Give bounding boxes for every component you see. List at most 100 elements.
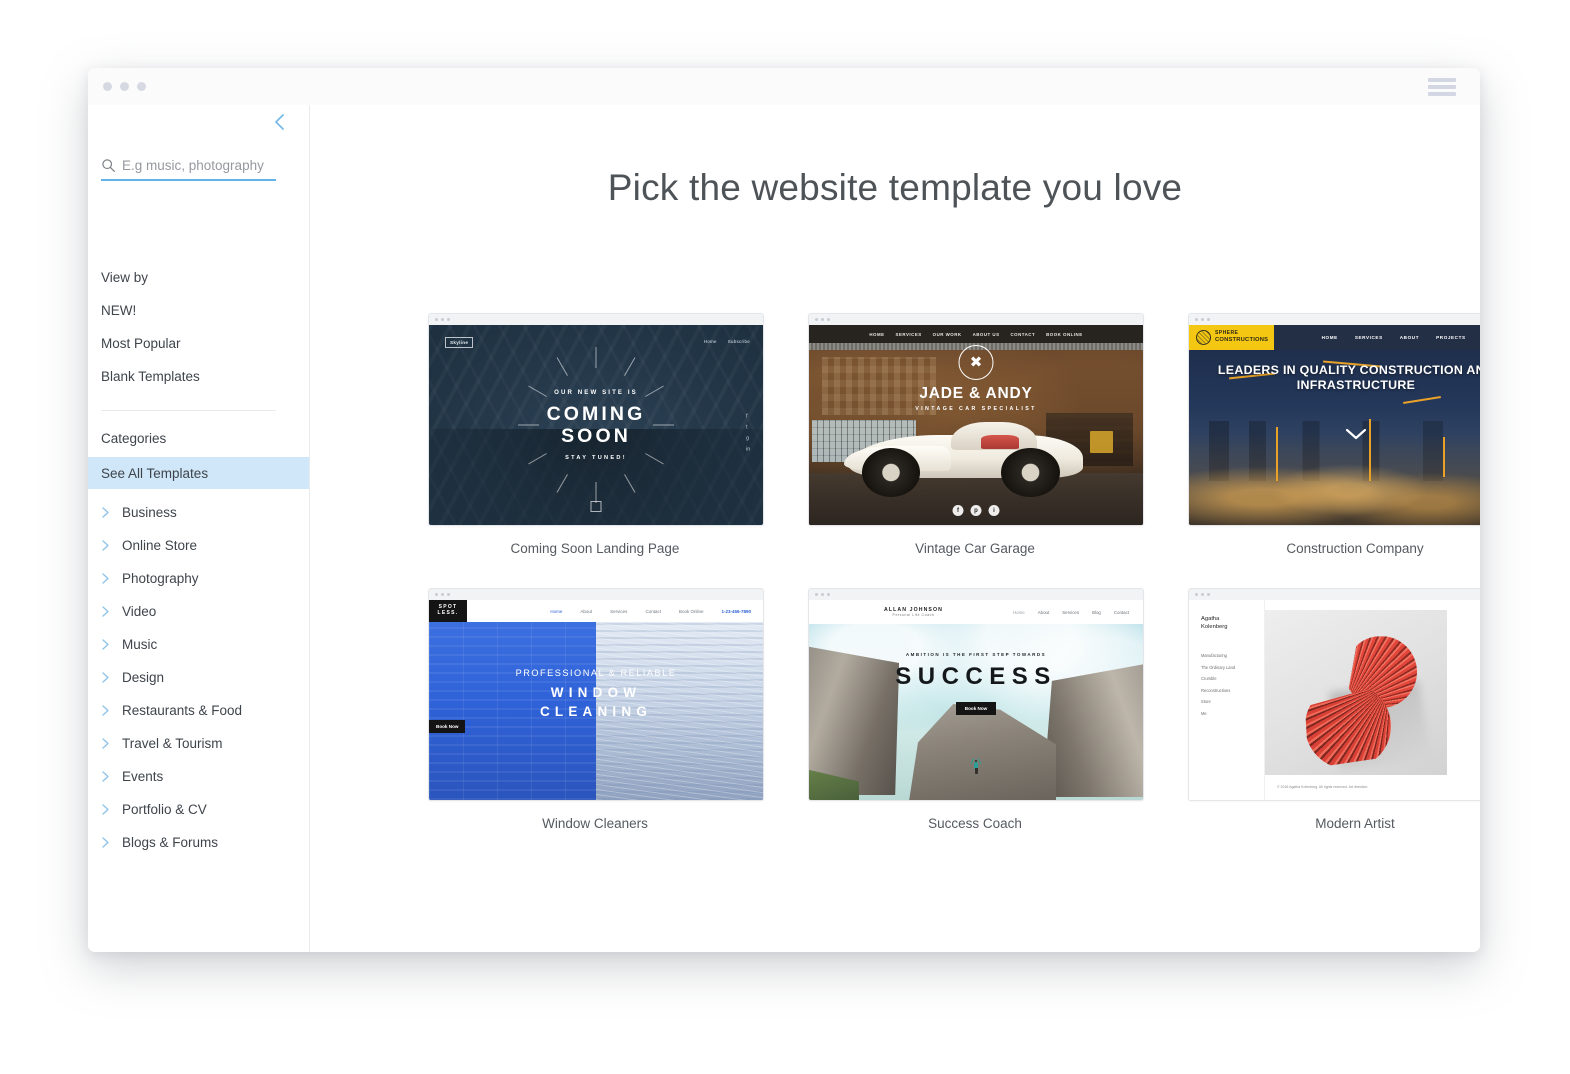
search-icon — [101, 158, 116, 173]
template-preview[interactable]: HOME SERVICES OUR WORK ABOUT US CONTACT … — [808, 313, 1144, 526]
nav-item: ABOUT — [1399, 335, 1420, 340]
chevron-right-icon — [101, 638, 110, 651]
template-caption: Success Coach — [928, 816, 1022, 831]
nav-item: BOOK ONLINE — [1046, 331, 1083, 337]
template-preview[interactable]: Agatha Kolenberg Manufacturing The Ordin… — [1188, 588, 1480, 801]
sidebar-item-new[interactable]: NEW! — [101, 303, 136, 318]
sidebar-item-events[interactable]: Events — [101, 765, 301, 787]
sidebar-item-travel-tourism[interactable]: Travel & Tourism — [101, 732, 301, 754]
twitter-icon: t — [746, 424, 748, 431]
hamburger-icon[interactable] — [1428, 78, 1456, 96]
preview-logo-line2: CONSTRUCTIONS — [1215, 337, 1269, 344]
template-caption: Vintage Car Garage — [915, 541, 1035, 556]
sidebar-item-photography[interactable]: Photography — [101, 567, 301, 589]
template-card[interactable]: SPHERE CONSTRUCTIONS HOME SERVICES ABOUT — [1188, 313, 1480, 556]
minimize-dot[interactable] — [120, 82, 129, 91]
sidebar-item-label: Business — [122, 504, 177, 520]
search-field[interactable] — [101, 152, 276, 181]
template-preview[interactable]: SPHERE CONSTRUCTIONS HOME SERVICES ABOUT — [1188, 313, 1480, 526]
nav-item: SERVICES — [1354, 335, 1383, 340]
preview-artist-name: Agatha Kolenberg — [1201, 616, 1227, 632]
preview-brand-tagline: VINTAGE CAR SPECIALIST — [915, 406, 1037, 412]
sidebar-item-video[interactable]: Video — [101, 600, 301, 622]
preview-nav: Home Subscribe — [704, 339, 750, 344]
template-grid: Skyline Home Subscribe OUR NEW SITE IS C… — [428, 313, 1480, 831]
template-card[interactable]: ALLAN JOHNSON Personal Life Coach Home A… — [808, 588, 1144, 831]
chevron-right-icon — [101, 605, 110, 618]
preview-artist-line2: Kolenberg — [1201, 623, 1228, 630]
preview-pre-headline: OUR NEW SITE IS — [554, 388, 638, 396]
main-content: Pick the website template you love Skyli… — [310, 105, 1480, 952]
nav-item: Me — [1201, 710, 1207, 716]
preview-brand-name: JADE & ANDY — [919, 385, 1033, 402]
hamburger-bar — [1428, 92, 1456, 96]
sidebar-item-design[interactable]: Design — [101, 666, 301, 688]
nav-item: Home — [1013, 609, 1025, 615]
preview-headline-2: SOON — [561, 425, 631, 447]
nav-item: Contact — [1113, 609, 1129, 615]
close-dot[interactable] — [103, 82, 112, 91]
template-preview[interactable]: ALLAN JOHNSON Personal Life Coach Home A… — [808, 588, 1144, 801]
nav-item: Blog — [1092, 609, 1101, 615]
sidebar-item-online-store[interactable]: Online Store — [101, 534, 301, 556]
template-caption: Modern Artist — [1315, 816, 1395, 831]
preview-footer-caption: © 2016 Agatha Kolenberg. All rights rese… — [1277, 785, 1369, 789]
nav-item: About — [580, 608, 593, 614]
template-card[interactable]: Agatha Kolenberg Manufacturing The Ordin… — [1188, 588, 1480, 831]
template-card[interactable]: HOME SERVICES OUR WORK ABOUT US CONTACT … — [808, 313, 1144, 556]
coming-soon-preview: Skyline Home Subscribe OUR NEW SITE IS C… — [429, 325, 763, 525]
page-title: Pick the website template you love — [607, 167, 1183, 208]
chevron-down-icon — [1345, 427, 1367, 445]
preview-nav: HOME SERVICES OUR WORK ABOUT US CONTACT … — [809, 325, 1143, 343]
linkedin-icon: in — [746, 446, 750, 453]
sidebar-item-label: Restaurants & Food — [122, 702, 243, 718]
nav-item: SERVICES — [895, 331, 922, 337]
construction-preview: SPHERE CONSTRUCTIONS HOME SERVICES ABOUT — [1189, 325, 1480, 525]
chevron-right-icon — [101, 572, 110, 585]
pinterest-icon: p — [970, 505, 982, 516]
template-card[interactable]: SPOT LESS. Home About Services Contact B… — [428, 588, 764, 831]
sidebar-item-portfolio-cv[interactable]: Portfolio & CV — [101, 798, 301, 820]
sidebar-item-label: Video — [122, 603, 157, 619]
chevron-right-icon — [101, 836, 110, 849]
preview-headline-1: COMING — [546, 402, 646, 425]
sidebar-item-label: Travel & Tourism — [122, 735, 223, 751]
preview-brand-tagline: Personal Life Coach — [892, 613, 935, 617]
nav-item: Home — [703, 339, 717, 344]
preview-pre-headline: AMBITION IS THE FIRST STEP TOWARDS — [905, 652, 1047, 657]
preview-headline-1: PROFESSIONAL & RELIABLE — [515, 668, 677, 678]
template-preview[interactable]: Skyline Home Subscribe OUR NEW SITE IS C… — [428, 313, 764, 526]
sidebar-item-see-all-templates[interactable]: See All Templates — [88, 457, 309, 489]
app-window: View by NEW! Most Popular Blank Template… — [88, 68, 1480, 952]
preview-social-icons: f t g in — [746, 413, 750, 452]
search-input[interactable] — [122, 158, 272, 173]
preview-logo: ALLAN JOHNSON Personal Life Coach — [884, 607, 943, 618]
template-card[interactable]: Skyline Home Subscribe OUR NEW SITE IS C… — [428, 313, 764, 556]
sidebar-item-label: Events — [122, 768, 164, 784]
template-caption: Construction Company — [1286, 541, 1424, 556]
sidebar-item-music[interactable]: Music — [101, 633, 301, 655]
instagram-icon: i — [988, 505, 1000, 516]
sidebar-item-business[interactable]: Business — [101, 501, 301, 523]
sidebar-item-most-popular[interactable]: Most Popular — [101, 336, 181, 351]
sidebar-item-blank-templates[interactable]: Blank Templates — [101, 369, 200, 384]
sidebar-item-restaurants-food[interactable]: Restaurants & Food — [101, 699, 301, 721]
sidebar: View by NEW! Most Popular Blank Template… — [88, 105, 310, 952]
nav-item: The Ordinary Land — [1201, 664, 1236, 670]
preview-logo: Skyline — [445, 337, 474, 348]
maximize-dot[interactable] — [137, 82, 146, 91]
nav-item: HOME — [869, 331, 885, 337]
sidebar-item-blogs-forums[interactable]: Blogs & Forums — [101, 831, 301, 853]
facebook-icon: f — [952, 505, 964, 516]
template-caption: Window Cleaners — [542, 816, 648, 831]
preview-logo: SPOT LESS. — [429, 600, 467, 622]
chevron-left-icon[interactable] — [267, 109, 293, 135]
success-coach-preview: ALLAN JOHNSON Personal Life Coach Home A… — [809, 600, 1143, 800]
template-preview[interactable]: SPOT LESS. Home About Services Contact B… — [428, 588, 764, 801]
preview-artist-line1: Agatha — [1201, 616, 1220, 622]
preview-social-icons: f p i — [952, 505, 1000, 516]
chevron-right-icon — [101, 803, 110, 816]
nav-item: CONTACT — [1010, 331, 1036, 337]
sidebar-item-label: Design — [122, 669, 165, 685]
modern-artist-preview: Agatha Kolenberg Manufacturing The Ordin… — [1189, 600, 1480, 800]
